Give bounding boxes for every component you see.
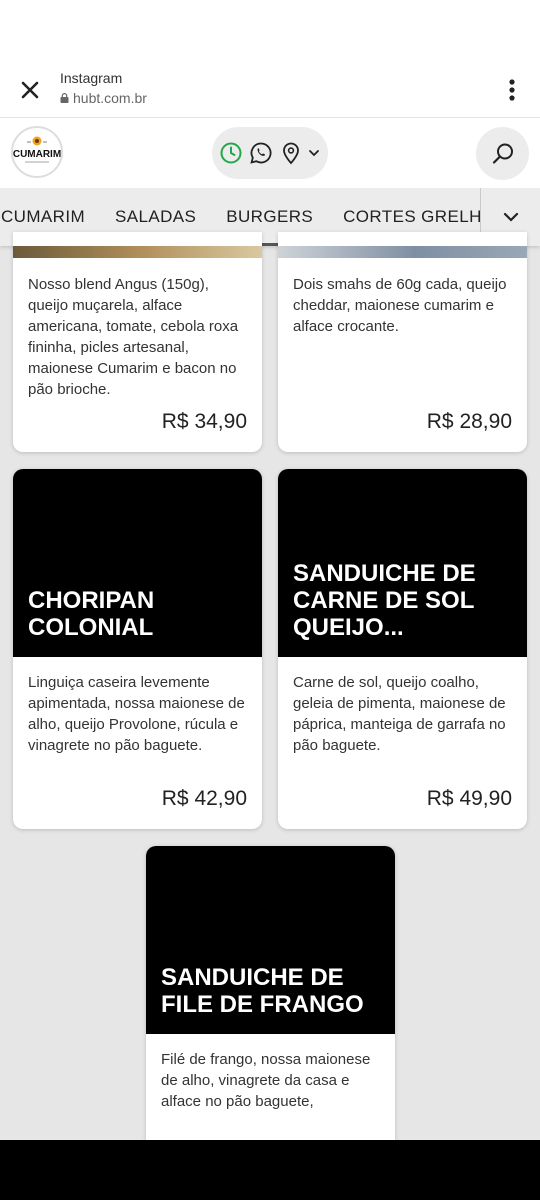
product-description: Linguiça caseira levemente apimentada, n… [28,674,245,754]
app-header: CUMARIM [0,118,540,188]
product-name: SANDUICHE DE FILE DE FRANGO [161,964,364,1018]
product-name: SANDUICHE DE CARNE DE SOL QUEIJO... [293,560,476,641]
close-icon[interactable] [14,74,46,106]
product-name: CHORIPAN COLONIAL [28,587,155,641]
browser-url: hubt.com.br [60,90,147,106]
product-card[interactable]: SANDUICHE DE FILE DE FRANGO Filé de fran… [146,846,395,1166]
more-options-icon[interactable] [502,76,522,104]
search-button[interactable] [476,127,529,180]
browser-title: Instagram [60,70,123,86]
lock-icon [60,93,69,103]
product-description: Nosso blend Angus (150g), queijo muçarel… [28,276,239,398]
product-price: R$ 49,90 [426,787,512,810]
product-image: SANDUICHE DE FILE DE FRANGO [146,846,395,1034]
product-card[interactable]: Dois smahs de 60g cada, queijo cheddar, … [278,232,527,452]
location-pin-icon[interactable] [278,140,304,166]
chevron-down-icon[interactable] [308,141,322,165]
contact-info-pill[interactable] [212,127,328,179]
product-card[interactable]: Nosso blend Angus (150g), queijo muçarel… [13,232,262,452]
product-card[interactable]: SANDUICHE DE CARNE DE SOL QUEIJO... Carn… [278,469,527,829]
product-card[interactable]: CHORIPAN COLONIAL Linguiça caseira levem… [13,469,262,829]
url-text: hubt.com.br [73,90,147,106]
product-description: Filé de frango, nossa maionese de alho, … [161,1051,371,1110]
product-price: R$ 34,90 [161,410,247,433]
product-price: R$ 42,90 [161,787,247,810]
product-image [13,246,262,258]
product-image: SANDUICHE DE CARNE DE SOL QUEIJO... [278,469,527,657]
system-navigation-bar [0,1140,540,1200]
product-description: Carne de sol, queijo coalho, geleia de p… [293,674,506,754]
restaurant-logo[interactable]: CUMARIM [11,126,63,178]
product-image [278,246,527,258]
product-description: Dois smahs de 60g cada, queijo cheddar, … [293,276,507,335]
in-app-browser-bar: Instagram hubt.com.br [0,62,540,118]
search-icon [492,143,513,164]
status-bar-area [0,0,540,62]
logo-text: CUMARIM [13,149,61,160]
clock-icon[interactable] [218,140,244,166]
product-price: R$ 28,90 [426,410,512,433]
whatsapp-icon[interactable] [248,140,274,166]
product-image: CHORIPAN COLONIAL [13,469,262,657]
chevron-down-icon [503,212,519,222]
